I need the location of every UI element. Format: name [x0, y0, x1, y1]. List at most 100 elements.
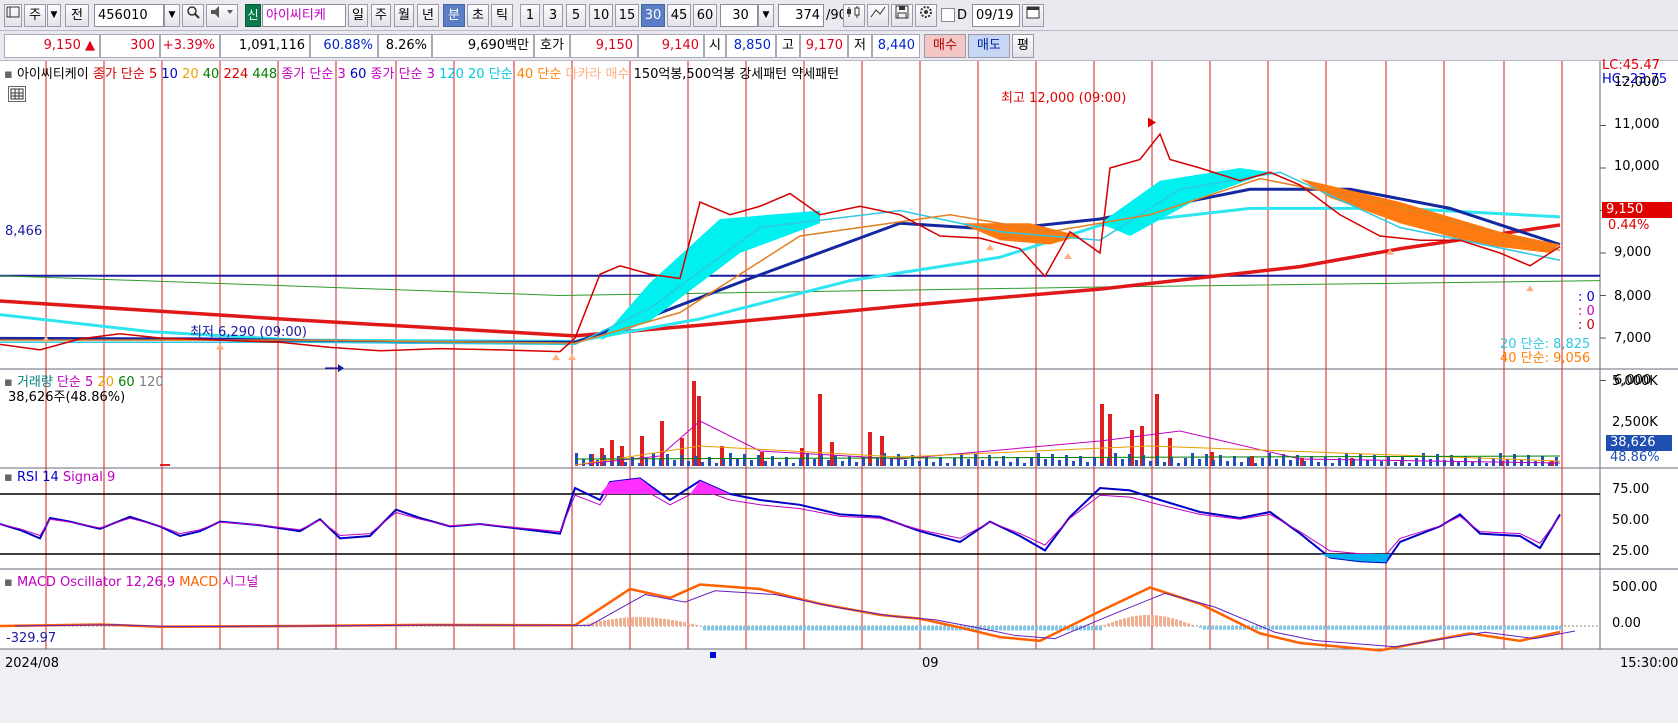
macd-histogram-bar — [947, 626, 950, 630]
window-icon[interactable] — [4, 4, 22, 27]
macd-histogram-bar — [747, 626, 750, 630]
macd-histogram-bar — [1227, 626, 1230, 630]
menu-button[interactable]: 주 — [24, 4, 46, 27]
macd-histogram-bar — [599, 621, 602, 626]
macd-histogram-bar — [651, 618, 654, 626]
price-tick: 12,000 — [1614, 75, 1660, 90]
price-legend-item[interactable]: 20 단순 — [468, 67, 517, 82]
price-legend-item[interactable]: 종가 단순 3 — [281, 67, 350, 82]
price-legend-item[interactable]: 10 — [161, 67, 182, 82]
macd-legend-item[interactable]: MACD — [179, 575, 222, 590]
volume-bar — [1212, 460, 1215, 466]
period-year-button[interactable]: 년 — [417, 4, 439, 27]
volume-tag: 38,626 — [1606, 435, 1672, 451]
macd-histogram-bar — [1419, 626, 1422, 630]
zero-label-1: : 0 — [1578, 290, 1595, 305]
macd-histogram-bar — [799, 626, 802, 630]
volume-bar — [995, 461, 998, 466]
volume-bar — [1240, 462, 1243, 466]
volume-ratio: 60.88% — [310, 34, 378, 58]
period-week-button[interactable]: 주 — [371, 4, 391, 27]
sell-button[interactable]: 매도 — [968, 34, 1010, 58]
macd-histogram-bar — [1051, 626, 1054, 630]
price-legend-item[interactable]: 448 — [252, 67, 281, 82]
count-input[interactable]: 374 — [778, 4, 824, 27]
macd-histogram-bar — [783, 626, 786, 630]
save-icon[interactable] — [891, 4, 913, 27]
volume-bar — [904, 460, 907, 466]
price-legend-item[interactable]: 40 — [203, 67, 224, 82]
code-dropdown-icon[interactable]: ▼ — [164, 4, 180, 27]
macd-legend-item[interactable]: 시그널 — [222, 575, 258, 590]
buy-button[interactable]: 매수 — [924, 34, 966, 58]
volume-bar — [1275, 459, 1278, 466]
price-legend-item[interactable]: 종가 단순 3 — [371, 67, 440, 82]
volume-bar — [953, 458, 956, 466]
volume-bar — [1485, 463, 1488, 466]
price-legend-item[interactable]: 150억봉,500억봉 강세패턴 약세패턴 — [634, 67, 840, 82]
price-legend-item[interactable]: 20 — [182, 67, 203, 82]
macd-histogram-bar — [931, 626, 934, 630]
rsi-legend-item[interactable]: Signal 9 — [63, 470, 115, 485]
volume-bar — [827, 460, 830, 466]
volume-bar — [1149, 461, 1152, 466]
price-legend-item[interactable]: 120 — [439, 67, 468, 82]
price-legend-item[interactable]: 60 — [350, 67, 371, 82]
speaker-icon[interactable] — [206, 4, 238, 27]
minute-5-button[interactable]: 5 — [566, 4, 586, 27]
volume-bar — [1415, 458, 1418, 466]
tools-icon[interactable] — [843, 4, 865, 27]
minute-10-button[interactable]: 10 — [589, 4, 613, 27]
volume-bar — [1205, 454, 1208, 466]
trade-amount: 9,690백만 — [432, 34, 534, 58]
minute-60-button[interactable]: 60 — [693, 4, 717, 27]
interval-input[interactable]: 30 — [720, 4, 758, 27]
rsi-legend-item[interactable]: RSI 14 — [17, 470, 63, 485]
volume-bar — [988, 455, 991, 466]
macd-histogram-bar — [1363, 626, 1366, 630]
chart-area[interactable]: ▪ 아이씨티케이 종가 단순 5 10 20 40 224 448 종가 단순 … — [0, 61, 1678, 723]
macd-histogram-bar — [1455, 626, 1458, 630]
macd-histogram-bar — [1299, 626, 1302, 630]
grid-icon[interactable] — [8, 86, 26, 102]
macd-histogram-bar — [923, 626, 926, 630]
price-legend-item[interactable]: 40 단순 — [517, 67, 566, 82]
period-day-button[interactable]: 일 — [348, 4, 368, 27]
macd-histogram-bar — [1559, 626, 1562, 630]
minute-30-button[interactable]: 30 — [641, 4, 665, 27]
price-legend-item[interactable]: 종가 단순 5 — [93, 67, 162, 82]
price-legend-item[interactable]: 224 — [223, 67, 252, 82]
price-legend-item[interactable]: 마카라 매수 — [565, 67, 633, 82]
macd-histogram-bar — [687, 623, 690, 626]
period-month-button[interactable]: 월 — [394, 4, 414, 27]
volume-legend-item[interactable]: 120 — [139, 375, 164, 390]
chart-canvas[interactable] — [0, 61, 1678, 723]
period-tick-button[interactable]: 틱 — [491, 4, 513, 27]
minute-45-button[interactable]: 45 — [667, 4, 691, 27]
search-icon[interactable] — [182, 4, 204, 27]
macd-histogram-bar — [1087, 626, 1090, 630]
stock-name-field[interactable]: 아이씨티케 — [262, 4, 346, 27]
period-second-button[interactable]: 초 — [467, 4, 489, 27]
calendar-icon[interactable] — [1022, 4, 1044, 27]
stock-code-input[interactable]: 456010 — [94, 4, 164, 27]
macd-histogram-bar — [999, 626, 1002, 630]
prev-button[interactable]: 전 — [65, 4, 89, 27]
dropdown-icon[interactable]: ▼ — [47, 4, 61, 27]
interval-dropdown-icon[interactable]: ▼ — [758, 4, 774, 27]
minute-3-button[interactable]: 3 — [543, 4, 563, 27]
volume-bar — [1016, 457, 1019, 466]
eval-button[interactable]: 평 — [1012, 34, 1034, 58]
period-minute-button[interactable]: 분 — [443, 4, 465, 27]
price-legend-item[interactable]: 아이씨티케이 — [17, 67, 93, 82]
settings-icon[interactable] — [915, 4, 937, 27]
date-checkbox[interactable] — [941, 8, 955, 22]
quote-bar: 9,150 ▲ 300 +3.39% 1,091,116 60.88% 8.26… — [0, 31, 1678, 61]
minute-15-button[interactable]: 15 — [615, 4, 639, 27]
date-input[interactable]: 09/19 — [972, 4, 1020, 27]
line-icon[interactable] — [867, 4, 889, 27]
macd-histogram-bar — [1439, 626, 1442, 630]
minute-1-button[interactable]: 1 — [520, 4, 540, 27]
macd-legend-item[interactable]: MACD Oscillator 12,26,9 — [17, 575, 179, 590]
macd-histogram-bar — [1167, 617, 1170, 626]
